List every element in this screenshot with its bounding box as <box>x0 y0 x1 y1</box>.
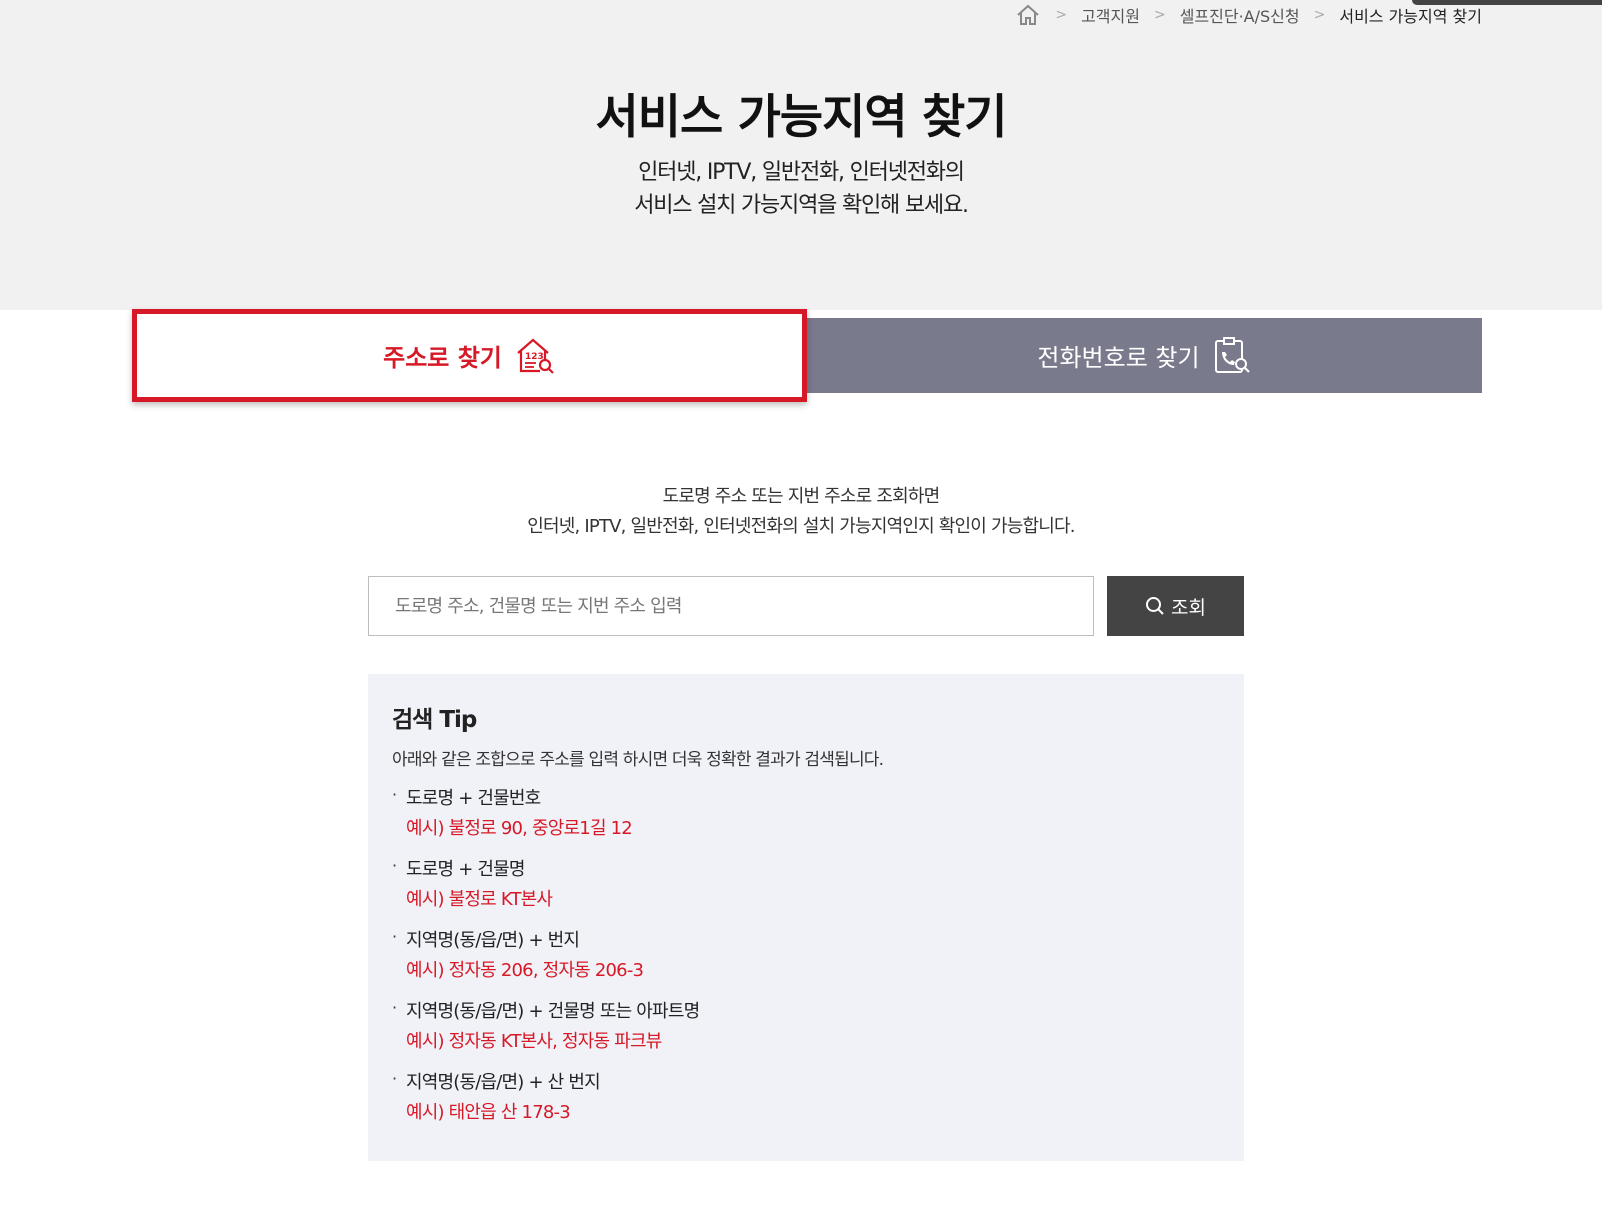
page-subtitle: 인터넷, IPTV, 일반전화, 인터넷전화의 서비스 설치 가능지역을 확인해… <box>0 156 1602 222</box>
address-search-input[interactable] <box>368 576 1094 636</box>
clipboard-phone-search-icon <box>1212 336 1252 376</box>
list-item: · 지역명(동/읍/면) + 건물명 또는 아파트명 예시) 정자동 KT본사,… <box>392 997 1220 1057</box>
search-mode-tabs: 주소로 찾기 123 전화번호로 찾기 <box>132 309 1482 402</box>
tip-example: 예시) 정자동 206, 정자동 206-3 <box>406 960 644 981</box>
tip-combo: 도로명 + 건물명 <box>406 859 525 880</box>
list-item: · 도로명 + 건물명 예시) 불정로 KT본사 <box>392 855 1220 915</box>
breadcrumb-separator-icon: > <box>1055 7 1068 23</box>
breadcrumb-item-support[interactable]: 고객지원 <box>1081 3 1140 27</box>
search-intro: 도로명 주소 또는 지번 주소로 조회하면 인터넷, IPTV, 일반전화, 인… <box>0 482 1602 542</box>
breadcrumb-item-self-diagnosis[interactable]: 셀프진단·A/S신청 <box>1180 3 1300 27</box>
home-icon[interactable] <box>1015 4 1041 26</box>
house-123-search-icon: 123 <box>514 337 556 375</box>
search-tip-list: · 도로명 + 건물번호 예시) 불정로 90, 중앙로1길 12 · 도로명 … <box>392 784 1220 1128</box>
tip-combo: 지역명(동/읍/면) + 건물명 또는 아파트명 <box>406 1001 700 1022</box>
bullet-icon: · <box>392 785 398 804</box>
tip-combo: 지역명(동/읍/면) + 산 번지 <box>406 1072 601 1093</box>
search-tip-description: 아래와 같은 조합으로 주소를 입력 하시면 더욱 정확한 결과가 검색됩니다. <box>392 750 884 770</box>
page-subtitle-line2: 서비스 설치 가능지역을 확인해 보세요. <box>634 193 969 218</box>
bullet-icon: · <box>392 856 398 875</box>
tab-address-search[interactable]: 주소로 찾기 123 <box>132 309 807 402</box>
page-subtitle-line1: 인터넷, IPTV, 일반전화, 인터넷전화의 <box>638 160 965 185</box>
breadcrumb-separator-icon: > <box>1313 7 1326 23</box>
tip-combo: 도로명 + 건물번호 <box>406 788 541 809</box>
tab-address-label: 주소로 찾기 <box>383 344 502 372</box>
tab-phone-search[interactable]: 전화번호로 찾기 <box>807 318 1482 393</box>
list-item: · 지역명(동/읍/면) + 산 번지 예시) 태안읍 산 178-3 <box>392 1068 1220 1128</box>
search-tip-title: 검색 Tip <box>392 707 477 733</box>
search-button-label: 조회 <box>1171 596 1206 619</box>
page-title: 서비스 가능지역 찾기 <box>595 90 1008 145</box>
tip-example: 예시) 불정로 90, 중앙로1길 12 <box>406 818 633 839</box>
search-tip-box: 검색 Tip 아래와 같은 조합으로 주소를 입력 하시면 더욱 정확한 결과가… <box>368 674 1244 1161</box>
search-intro-line2: 인터넷, IPTV, 일반전화, 인터넷전화의 설치 가능지역인지 확인이 가능… <box>527 516 1075 537</box>
tab-phone-label: 전화번호로 찾기 <box>1037 344 1200 372</box>
hero-section <box>0 0 1602 310</box>
bullet-icon: · <box>392 927 398 946</box>
tip-example: 예시) 불정로 KT본사 <box>406 889 553 910</box>
list-item: · 지역명(동/읍/면) + 번지 예시) 정자동 206, 정자동 206-3 <box>392 926 1220 986</box>
breadcrumb-separator-icon: > <box>1153 7 1166 23</box>
tip-example: 예시) 정자동 KT본사, 정자동 파크뷰 <box>406 1031 662 1052</box>
bullet-icon: · <box>392 1069 398 1088</box>
search-intro-line1: 도로명 주소 또는 지번 주소로 조회하면 <box>662 486 941 507</box>
breadcrumb: > 고객지원 > 셀프진단·A/S신청 > 서비스 가능지역 찾기 <box>1015 2 1482 28</box>
bullet-icon: · <box>392 998 398 1017</box>
tip-example: 예시) 태안읍 산 178-3 <box>406 1102 571 1123</box>
list-item: · 도로명 + 건물번호 예시) 불정로 90, 중앙로1길 12 <box>392 784 1220 844</box>
search-icon <box>1146 597 1164 615</box>
breadcrumb-item-current: 서비스 가능지역 찾기 <box>1339 7 1482 26</box>
search-button[interactable]: 조회 <box>1107 576 1244 636</box>
tip-combo: 지역명(동/읍/면) + 번지 <box>406 930 580 951</box>
